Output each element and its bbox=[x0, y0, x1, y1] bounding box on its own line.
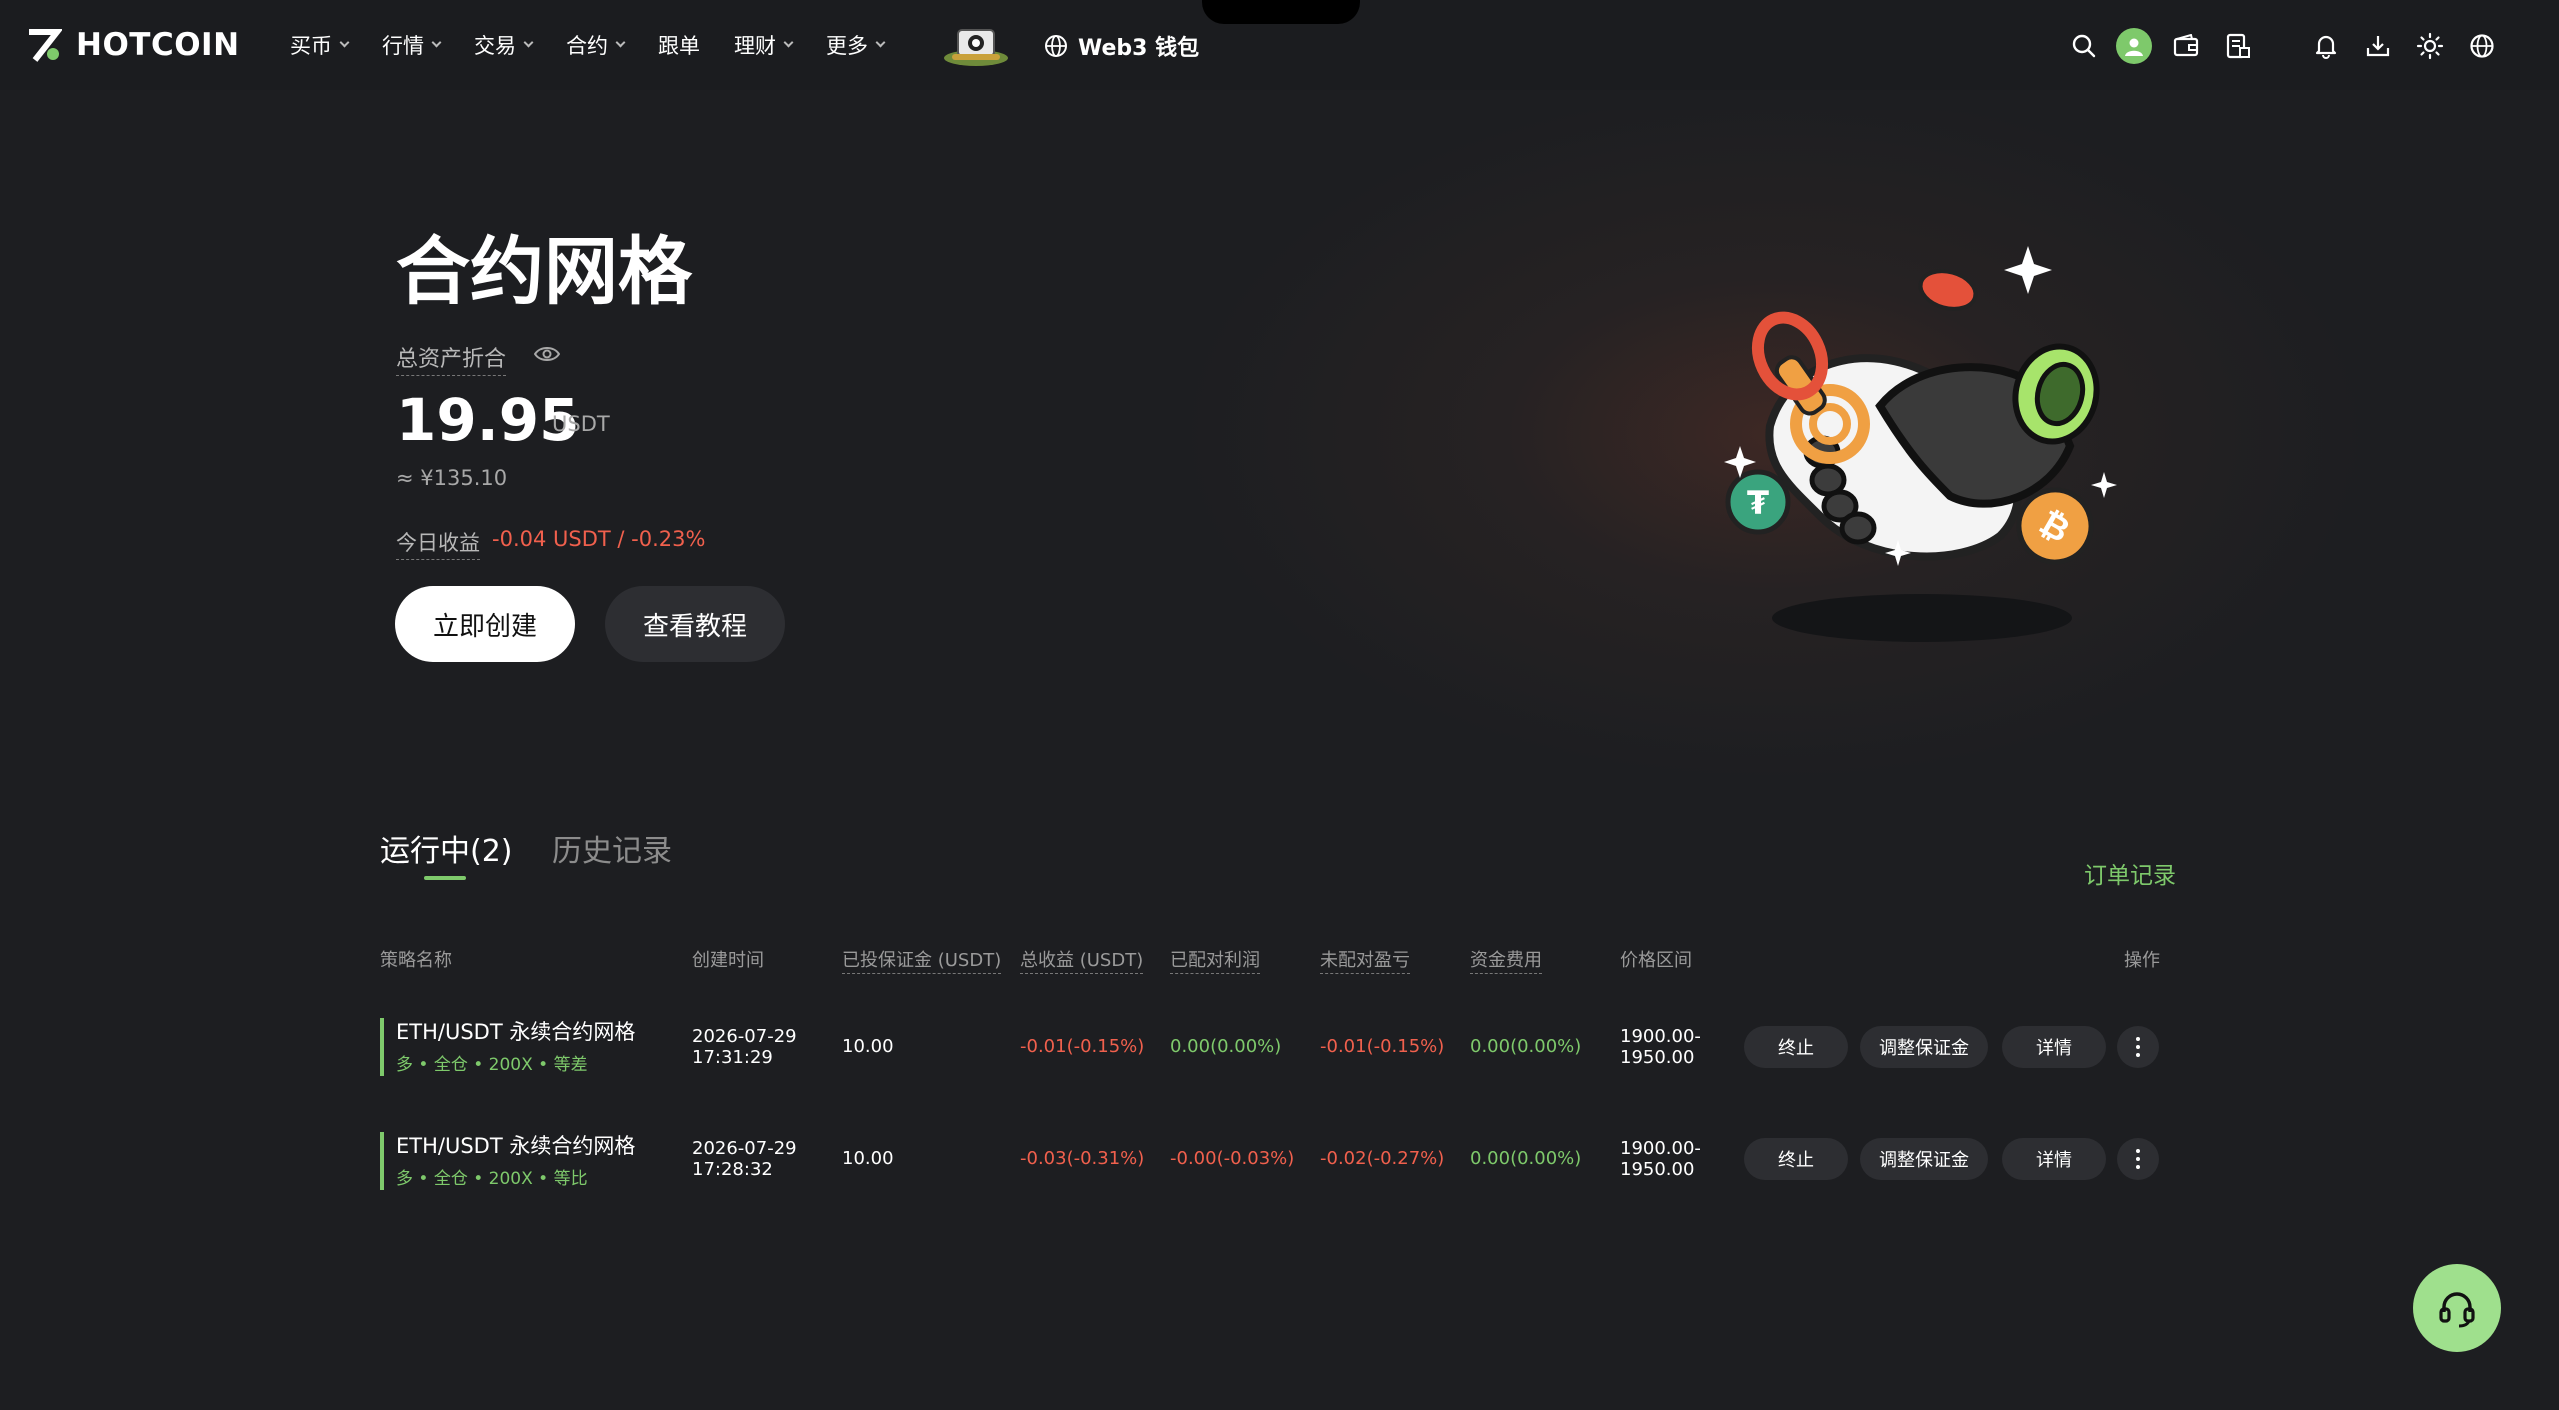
language-globe-icon[interactable] bbox=[2464, 28, 2500, 64]
view-tutorial-button[interactable]: 查看教程 bbox=[605, 586, 785, 662]
chevron-down-icon bbox=[431, 37, 442, 48]
strategy-name: ETH/USDT 永续合约网格 bbox=[396, 1020, 636, 1044]
tab-running[interactable]: 运行中(2) bbox=[380, 826, 513, 870]
nav-label: 买币 bbox=[290, 34, 332, 58]
adjust-margin-button[interactable]: 调整保证金 bbox=[1860, 1138, 1988, 1180]
margin-value: 10.00 bbox=[842, 1036, 894, 1057]
chevron-down-icon bbox=[615, 37, 626, 48]
stop-button[interactable]: 终止 bbox=[1744, 1026, 1848, 1068]
price-range-high: 1950.00 bbox=[1620, 1159, 1695, 1180]
created-date: 2026-07-29 bbox=[692, 1026, 797, 1047]
strategy-name: ETH/USDT 永续合约网格 bbox=[396, 1134, 636, 1158]
row-accent-bar bbox=[380, 1018, 384, 1076]
strategy-tags: 多 • 全仓 • 200X • 等差 bbox=[396, 1055, 588, 1075]
tab-history[interactable]: 历史记录 bbox=[552, 826, 672, 870]
unmatched-pnl-value: -0.01(-0.15%) bbox=[1320, 1036, 1445, 1057]
eye-icon[interactable] bbox=[533, 344, 561, 368]
today-pnl-value: -0.04 USDT / -0.23% bbox=[492, 527, 706, 551]
brand-name: HOTCOIN bbox=[76, 27, 240, 63]
nav-label: 跟单 bbox=[658, 34, 700, 58]
col-header-funding-fee[interactable]: 资金费用 bbox=[1470, 946, 1542, 974]
web3-wallet-link[interactable]: Web3 钱包 bbox=[1044, 30, 1199, 62]
created-time: 17:31:29 bbox=[692, 1047, 773, 1068]
matched-profit-value: -0.00(-0.03%) bbox=[1170, 1148, 1295, 1169]
col-header-actions: 操作 bbox=[2124, 950, 2160, 971]
nav-more[interactable]: 更多 bbox=[826, 26, 886, 64]
col-header-margin[interactable]: 已投保证金 (USDT) bbox=[842, 946, 1002, 974]
col-header-unmatched-pnl[interactable]: 未配对盈亏 bbox=[1320, 946, 1410, 974]
order-records-link[interactable]: 订单记录 bbox=[2084, 856, 2176, 890]
matched-profit-value: 0.00(0.00%) bbox=[1170, 1036, 1282, 1057]
download-icon[interactable] bbox=[2360, 28, 2396, 64]
col-header-total-pnl[interactable]: 总收益 (USDT) bbox=[1020, 946, 1144, 974]
total-assets-cny: ≈ ¥135.10 bbox=[396, 466, 508, 490]
chevron-down-icon bbox=[523, 37, 534, 48]
funding-fee-value: 0.00(0.00%) bbox=[1470, 1148, 1582, 1169]
col-header-price-range: 价格区间 bbox=[1620, 950, 1692, 971]
screen-notch bbox=[1202, 0, 1360, 24]
avatar bbox=[2116, 28, 2152, 64]
nav-label: 更多 bbox=[826, 34, 868, 58]
created-date: 2026-07-29 bbox=[692, 1138, 797, 1159]
detail-button[interactable]: 详情 bbox=[2002, 1026, 2106, 1068]
nav-trade[interactable]: 交易 bbox=[474, 26, 534, 64]
today-pnl-label[interactable]: 今日收益 bbox=[396, 527, 480, 560]
wallet-icon[interactable] bbox=[2168, 28, 2204, 64]
adjust-margin-button[interactable]: 调整保证金 bbox=[1860, 1026, 1988, 1068]
search-icon[interactable] bbox=[2066, 28, 2102, 64]
nav-buy-crypto[interactable]: 买币 bbox=[290, 26, 350, 64]
chevron-down-icon bbox=[783, 37, 794, 48]
price-range-low: 1900.00- bbox=[1620, 1138, 1701, 1159]
table-row: ETH/USDT 永续合约网格 多 • 全仓 • 200X • 等差 2026-… bbox=[380, 1014, 2180, 1078]
active-tab-indicator bbox=[424, 876, 466, 880]
margin-value: 10.00 bbox=[842, 1148, 894, 1169]
nav-futures[interactable]: 合约 bbox=[566, 26, 626, 64]
total-assets-unit: USDT bbox=[552, 412, 610, 436]
headset-icon bbox=[2439, 1292, 2475, 1328]
create-grid-button[interactable]: 立即创建 bbox=[395, 586, 575, 662]
col-header-created: 创建时间 bbox=[692, 950, 764, 971]
page-title: 合约网格 bbox=[396, 229, 692, 315]
col-header-matched-profit[interactable]: 已配对利润 bbox=[1170, 946, 1260, 974]
detail-button[interactable]: 详情 bbox=[2002, 1138, 2106, 1180]
more-options-icon[interactable] bbox=[2117, 1026, 2159, 1068]
hotcoin-logo[interactable]: HOTCOIN bbox=[26, 26, 240, 64]
price-range-high: 1950.00 bbox=[1620, 1047, 1695, 1068]
funding-fee-value: 0.00(0.00%) bbox=[1470, 1036, 1582, 1057]
nav-label: 合约 bbox=[566, 34, 608, 58]
price-range-low: 1900.00- bbox=[1620, 1026, 1701, 1047]
web3-globe-icon bbox=[1045, 35, 1067, 57]
nav-label: 理财 bbox=[734, 34, 776, 58]
svg-text:₮: ₮ bbox=[1747, 484, 1769, 522]
chevron-down-icon bbox=[339, 37, 350, 48]
nav-label: 行情 bbox=[382, 34, 424, 58]
theme-sun-icon[interactable] bbox=[2412, 28, 2448, 64]
stop-button[interactable]: 终止 bbox=[1744, 1138, 1848, 1180]
created-time: 17:28:32 bbox=[692, 1159, 773, 1180]
nav-markets[interactable]: 行情 bbox=[382, 26, 442, 64]
row-accent-bar bbox=[380, 1132, 384, 1190]
total-assets-label[interactable]: 总资产折合 bbox=[396, 341, 507, 376]
handshake-illustration: ₿ ₮ bbox=[1710, 236, 2130, 656]
hotcoin-logo-mark-icon bbox=[26, 27, 64, 63]
col-header-name: 策略名称 bbox=[380, 950, 452, 971]
table-row: ETH/USDT 永续合约网格 多 • 全仓 • 200X • 等比 2026-… bbox=[380, 1128, 2180, 1192]
web3-wallet-label: Web3 钱包 bbox=[1078, 36, 1200, 61]
total-pnl-value: -0.01(-0.15%) bbox=[1020, 1036, 1145, 1057]
user-avatar[interactable] bbox=[2116, 28, 2152, 64]
total-pnl-value: -0.03(-0.31%) bbox=[1020, 1148, 1145, 1169]
unmatched-pnl-value: -0.02(-0.27%) bbox=[1320, 1148, 1445, 1169]
event-promo-badge-icon[interactable] bbox=[942, 24, 1010, 68]
nav-earn[interactable]: 理财 bbox=[734, 26, 794, 64]
strategy-tags: 多 • 全仓 • 200X • 等比 bbox=[396, 1169, 588, 1189]
customer-support-button[interactable] bbox=[2413, 1264, 2501, 1352]
orders-icon[interactable] bbox=[2220, 28, 2256, 64]
chevron-down-icon bbox=[875, 37, 886, 48]
more-options-icon[interactable] bbox=[2117, 1138, 2159, 1180]
bell-icon[interactable] bbox=[2308, 28, 2344, 64]
main-nav: 买币 行情 交易 合约 跟单 理财 更多 bbox=[290, 26, 918, 64]
nav-label: 交易 bbox=[474, 34, 516, 58]
nav-copy-trading[interactable]: 跟单 bbox=[658, 26, 700, 64]
